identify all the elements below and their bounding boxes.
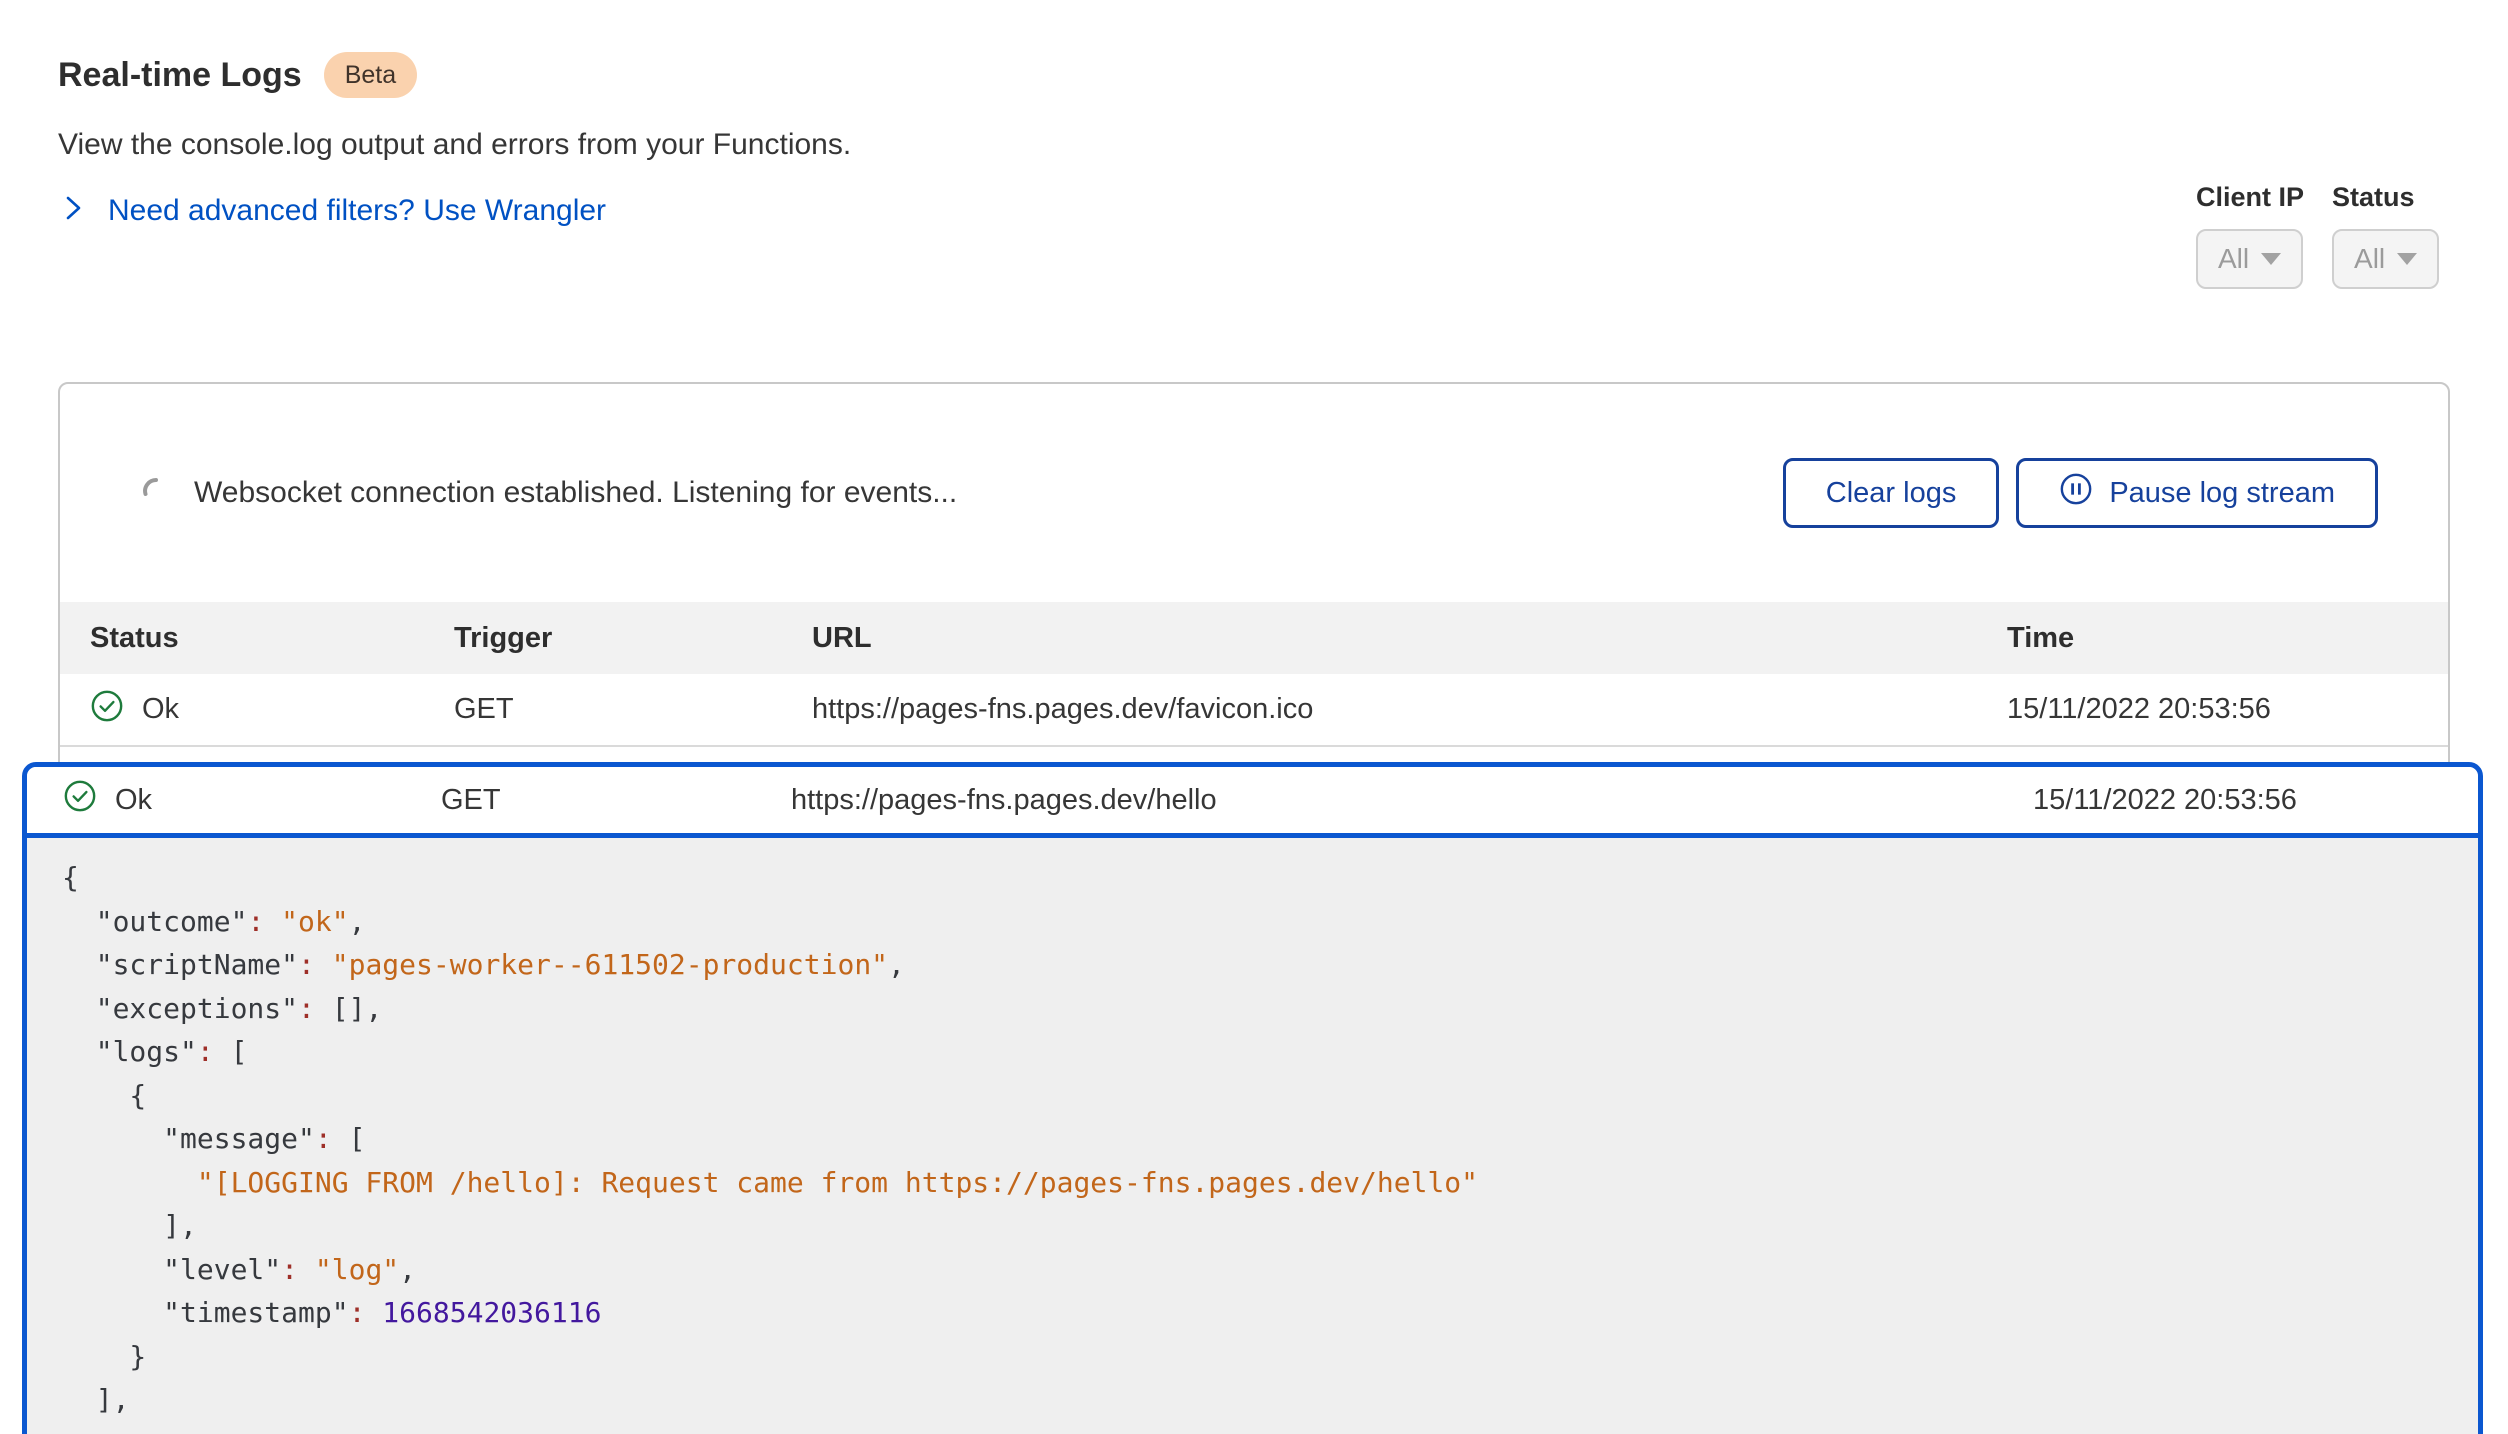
trigger-cell: GET xyxy=(454,693,812,726)
client-ip-value: All xyxy=(2218,243,2249,275)
url-cell: https://pages-fns.pages.dev/favicon.ico xyxy=(812,693,2007,726)
pause-log-stream-label: Pause log stream xyxy=(2109,477,2335,510)
client-ip-dropdown[interactable]: All xyxy=(2196,229,2303,289)
page-title: Real-time Logs xyxy=(58,56,302,95)
log-table-row[interactable]: Ok GET https://pages-fns.pages.dev/favic… xyxy=(60,674,2448,747)
client-ip-label: Client IP xyxy=(2196,182,2304,213)
chevron-right-icon xyxy=(60,192,86,229)
trigger-cell: GET xyxy=(441,784,791,817)
page-header: Real-time Logs Beta xyxy=(58,52,417,98)
status-cell: Ok xyxy=(63,779,441,821)
pause-circle-icon xyxy=(2059,472,2093,514)
logs-toolbar: Websocket connection established. Listen… xyxy=(60,384,2448,602)
page-subtitle: View the console.log output and errors f… xyxy=(58,128,851,162)
log-table-row-selected[interactable]: Ok GET https://pages-fns.pages.dev/hello… xyxy=(27,767,2478,838)
toolbar-buttons: Clear logs Pause log stream xyxy=(1783,458,2378,528)
time-cell: 15/11/2022 20:53:56 xyxy=(2033,784,2478,817)
column-header-time: Time xyxy=(2007,622,2448,655)
pause-log-stream-button[interactable]: Pause log stream xyxy=(2016,458,2378,528)
spinner-icon xyxy=(142,477,170,510)
wrangler-link[interactable]: Need advanced filters? Use Wrangler xyxy=(108,194,606,228)
time-cell: 15/11/2022 20:53:56 xyxy=(2007,693,2448,726)
log-filters: Client IP All Status All xyxy=(2196,182,2439,289)
logs-panel: Websocket connection established. Listen… xyxy=(58,382,2450,780)
log-table-header: Status Trigger URL Time xyxy=(60,602,2448,674)
expanded-log-entry: Ok GET https://pages-fns.pages.dev/hello… xyxy=(22,762,2483,1434)
column-header-trigger: Trigger xyxy=(454,622,812,655)
clear-logs-label: Clear logs xyxy=(1826,477,1957,510)
client-ip-filter: Client IP All xyxy=(2196,182,2304,289)
websocket-status: Websocket connection established. Listen… xyxy=(142,476,957,510)
status-filter: Status All xyxy=(2332,182,2439,289)
status-dropdown[interactable]: All xyxy=(2332,229,2439,289)
url-cell: https://pages-fns.pages.dev/hello xyxy=(791,784,2033,817)
status-value: All xyxy=(2354,243,2385,275)
caret-down-icon xyxy=(2397,253,2417,265)
column-header-status: Status xyxy=(90,622,454,655)
clear-logs-button[interactable]: Clear logs xyxy=(1783,458,2000,528)
realtime-logs-page: Real-time Logs Beta View the console.log… xyxy=(0,0,2508,1434)
wrangler-link-row[interactable]: Need advanced filters? Use Wrangler xyxy=(60,192,606,229)
check-circle-icon xyxy=(63,779,97,821)
status-cell: Ok xyxy=(90,689,454,731)
status-label: Status xyxy=(2332,182,2439,213)
websocket-status-text: Websocket connection established. Listen… xyxy=(194,476,957,510)
column-header-url: URL xyxy=(812,622,2007,655)
beta-badge: Beta xyxy=(324,52,417,98)
check-circle-icon xyxy=(90,689,124,731)
caret-down-icon xyxy=(2261,253,2281,265)
log-json-code: { "outcome": "ok", "scriptName": "pages-… xyxy=(27,838,2478,1434)
status-text: Ok xyxy=(115,784,152,817)
status-text: Ok xyxy=(142,693,179,726)
